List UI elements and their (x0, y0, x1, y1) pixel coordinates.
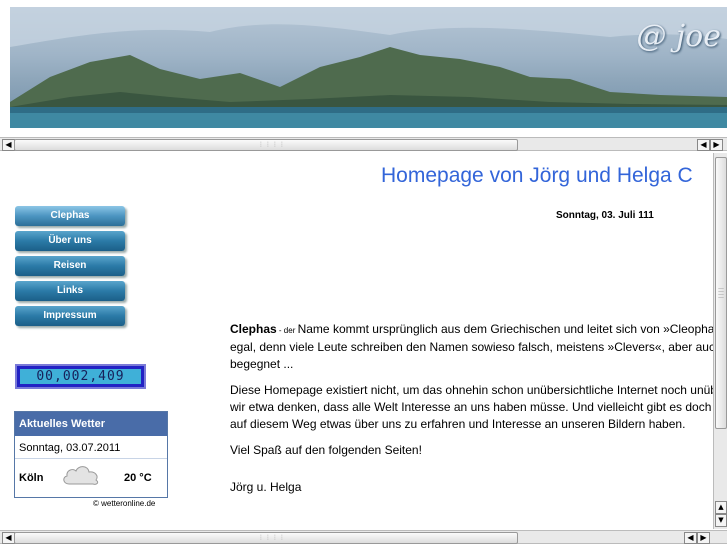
scroll-down-arrow-icon[interactable]: ▼ (715, 514, 727, 527)
weather-title: Aktuelles Wetter (15, 412, 167, 436)
visitor-counter: 00,002,409 (15, 364, 146, 389)
weather-date: Sonntag, 03.07.2011 (15, 436, 167, 459)
content-vertical-scrollbar[interactable]: — — — — ▲ ▼ (713, 153, 727, 529)
weather-city: Köln (19, 472, 44, 484)
scroll-left-arrow-icon-2[interactable]: ◀ (697, 139, 710, 151)
intro-line-1: Name kommt ursprünglich aus dem Griechis… (297, 322, 715, 336)
intro-paragraph: Clephas - der Name kommt ursprünglich au… (230, 321, 727, 373)
purpose-line-1: Diese Homepage existiert nicht, um das o… (230, 383, 717, 397)
visitor-counter-value: 00,002,409 (20, 369, 141, 384)
weather-credit-link[interactable]: © wetteronline.de (93, 499, 155, 508)
vertical-scroll-thumb[interactable]: — — — — (715, 157, 727, 429)
nav-button-impressum[interactable]: Impressum (15, 306, 125, 326)
scroll-right-arrow-icon[interactable]: ▶ (710, 139, 723, 151)
intro-line-2: egal, denn viele Leute schreiben den Nam… (230, 340, 722, 354)
cloud-icon (63, 466, 99, 485)
purpose-paragraph: Diese Homepage existiert nicht, um das o… (230, 382, 727, 433)
intro-small-text: - der (276, 326, 298, 335)
bottom-scroll-left-arrow-icon-2[interactable]: ◀ (684, 532, 697, 544)
purpose-line-3: auf diesem Weg etwas über uns zu erfahre… (230, 417, 686, 431)
banner-image: @ joe (10, 7, 727, 128)
greeting-paragraph: Viel Spaß auf den folgenden Seiten! (230, 443, 422, 457)
content-frame: Homepage von Jörg und Helga C Sonntag, 0… (0, 153, 727, 529)
purpose-line-2: wir etwa denken, dass alle Welt Interess… (230, 400, 712, 414)
nav-button-links[interactable]: Links (15, 281, 125, 301)
intro-line-3: begegnet ... (230, 357, 294, 371)
bottom-scroll-right-arrow-icon[interactable]: ▶ (697, 532, 710, 544)
banner-horizontal-scrollbar[interactable]: ◀ ⋮⋮⋮⋮ ◀ ▶ (0, 137, 727, 151)
nav-button-reisen[interactable]: Reisen (15, 256, 125, 276)
page-title: Homepage von Jörg und Helga C (381, 164, 693, 187)
main-text: Clephas - der Name kommt ursprünglich au… (230, 321, 727, 505)
weather-widget[interactable]: Aktuelles Wetter Sonntag, 03.07.2011 Köl… (14, 411, 168, 498)
scroll-up-arrow-icon[interactable]: ▲ (715, 501, 727, 514)
scroll-thumb[interactable]: ⋮⋮⋮⋮ (14, 139, 518, 151)
mountain-landscape (10, 7, 727, 128)
signature: Jörg u. Helga (230, 480, 302, 494)
banner-frame: @ joe ◀ ⋮⋮⋮⋮ ◀ ▶ (0, 0, 727, 153)
intro-lead-word: Clephas (230, 322, 277, 336)
bottom-scroll-thumb[interactable]: ⋮⋮⋮⋮ (14, 532, 518, 544)
weather-temperature: 20 °C (124, 472, 152, 484)
banner-logo: @ joe (636, 19, 721, 54)
nav-button-clephas[interactable]: Clephas (15, 206, 125, 226)
nav-button-ueber-uns[interactable]: Über uns (15, 231, 125, 251)
content-horizontal-scrollbar[interactable]: ◀ ⋮⋮⋮⋮ ◀ ▶ (0, 530, 727, 544)
current-date: Sonntag, 03. Juli 111 (556, 210, 654, 221)
